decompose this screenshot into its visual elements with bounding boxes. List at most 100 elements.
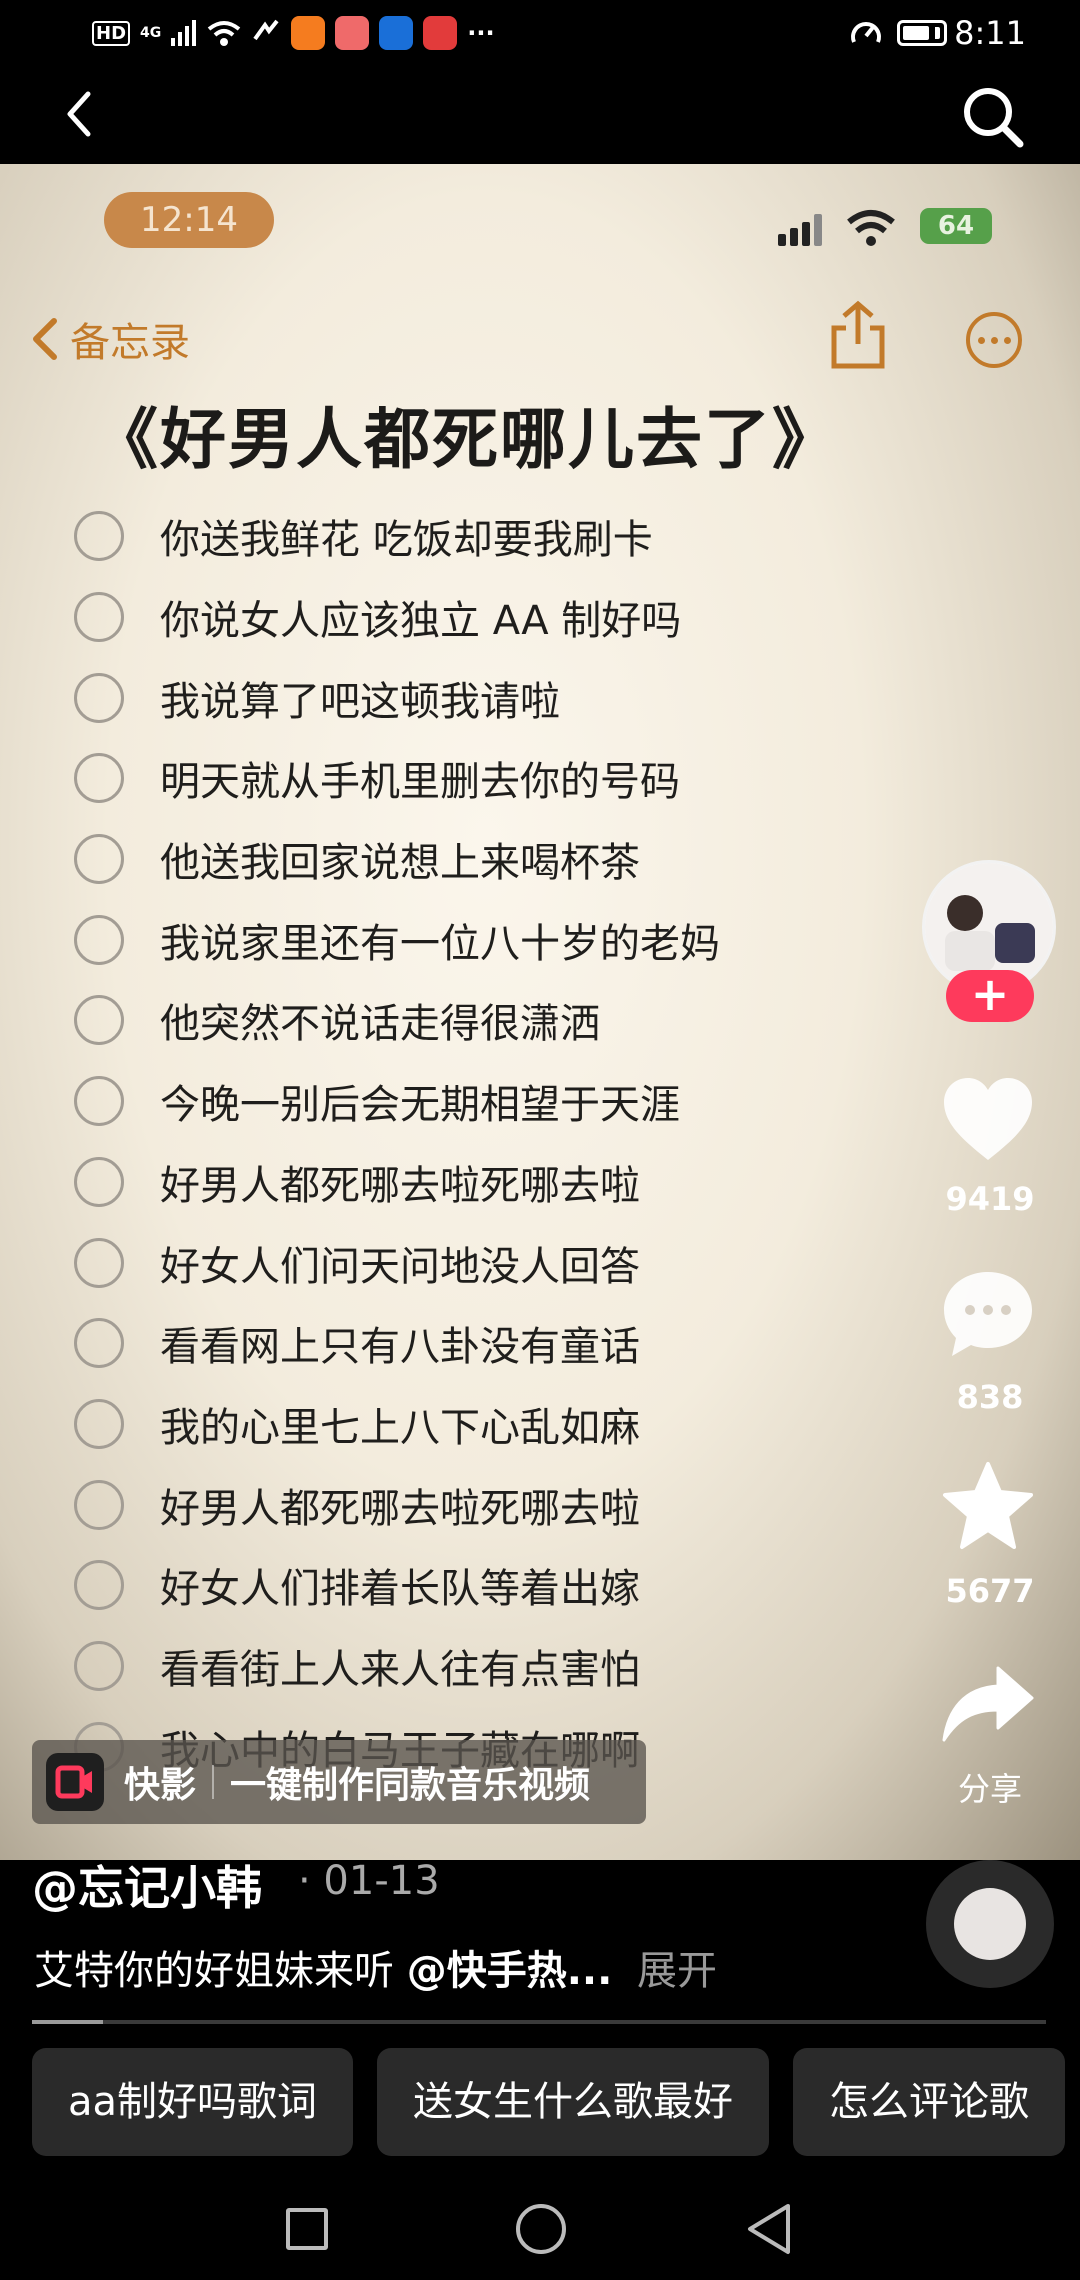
promo-divider	[212, 1765, 215, 1799]
app-icon-mail	[335, 16, 370, 50]
system-back-icon[interactable]	[744, 2202, 794, 2256]
memo-item-text: 我说算了吧这顿我请啦	[160, 678, 560, 725]
memo-list-item: 他突然不说话走得很潇洒	[74, 980, 720, 1061]
app-icon-video	[291, 16, 326, 50]
status-bar: HD 4G ··· 8:11	[0, 0, 1080, 72]
memo-title: 《好男人都死哪儿去了》	[92, 401, 840, 478]
checkbox-circle-icon	[74, 1076, 124, 1127]
caption-text: 艾特你的好姐妹来听	[34, 1948, 394, 1994]
checkbox-circle-icon	[74, 1479, 124, 1530]
memo-item-text: 我的心里七上八下心乱如麻	[160, 1404, 640, 1451]
more-notifications: ···	[467, 19, 495, 47]
kuaiying-promo-banner[interactable]: 快影 一键制作同款音乐视频	[32, 1740, 646, 1824]
memo-item-text: 好男人都死哪去啦死哪去啦	[160, 1162, 640, 1209]
search-chip[interactable]: 怎么评论歌	[793, 2048, 1066, 2156]
memo-list-item: 你说女人应该独立 AA 制好吗	[74, 577, 720, 658]
system-nav-bar	[0, 2170, 1080, 2280]
checkbox-circle-icon	[74, 672, 124, 723]
expand-caption-button[interactable]: 展开	[637, 1948, 717, 1994]
checkbox-circle-icon	[74, 834, 124, 885]
checkbox-circle-icon	[74, 592, 124, 643]
video-wifi-icon	[847, 210, 895, 246]
memo-list-item: 好女人们排着长队等着出嫁	[74, 1545, 720, 1626]
memo-list-item: 今晚一别后会无期相望于天涯	[74, 1061, 720, 1142]
author-name[interactable]: @忘记小韩	[32, 1852, 262, 1918]
checkbox-circle-icon	[74, 1318, 124, 1369]
checkbox-circle-icon	[74, 511, 124, 562]
search-icon[interactable]	[958, 82, 1028, 152]
memo-checklist: 你送我鲜花 吃饭却要我刷卡你说女人应该独立 AA 制好吗我说算了吧这顿我请啦明天…	[74, 496, 720, 1787]
memo-back: 备忘录	[30, 310, 190, 368]
memo-item-text: 看看网上只有八卦没有童话	[160, 1324, 640, 1371]
data-saver-icon	[253, 19, 279, 41]
recent-apps-button[interactable]	[286, 2208, 328, 2250]
memo-list-item: 我说算了吧这顿我请啦	[74, 657, 720, 738]
checkbox-circle-icon	[74, 1237, 124, 1288]
post-caption: 艾特你的好姐妹来听 @快手热... 展开	[34, 1938, 717, 1996]
kuaiying-logo-icon	[46, 1753, 104, 1811]
memo-item-text: 他突然不说话走得很潇洒	[160, 1001, 600, 1048]
memo-item-text: 你送我鲜花 吃饭却要我刷卡	[160, 517, 653, 564]
checkbox-circle-icon	[74, 1640, 124, 1691]
status-right: 8:11	[849, 14, 1026, 52]
video-progress-bar[interactable]	[32, 2020, 1046, 2024]
music-disc[interactable]	[926, 1860, 1054, 1988]
video-phone-time: 12:14	[104, 192, 274, 248]
memo-item-text: 好女人们排着长队等着出嫁	[160, 1566, 640, 1613]
comment-icon	[944, 1272, 1032, 1356]
promo-app-name: 快影	[124, 1765, 197, 1806]
checkbox-circle-icon	[74, 1560, 124, 1611]
search-chip[interactable]: aa制好吗歌词	[32, 2048, 354, 2156]
checkbox-circle-icon	[74, 753, 124, 804]
follow-button[interactable]: +	[946, 970, 1034, 1022]
memo-list-item: 我说家里还有一位八十岁的老妈	[74, 899, 720, 980]
signal-icon	[171, 20, 197, 46]
caption-mention[interactable]: @快手热...	[407, 1948, 613, 1994]
video-battery: 64	[920, 208, 992, 244]
app-icon-chat	[379, 16, 414, 50]
memo-list-item: 好男人都死哪去啦死哪去啦	[74, 1464, 720, 1545]
memo-item-text: 好男人都死哪去啦死哪去啦	[160, 1485, 640, 1532]
memo-item-text: 我说家里还有一位八十岁的老妈	[160, 920, 720, 967]
hd-indicator: HD	[92, 20, 131, 46]
memo-item-text: 好女人们问天问地没人回答	[160, 1243, 640, 1290]
search-chip[interactable]: 送女生什么歌最好	[377, 2048, 770, 2156]
favorite-button[interactable]	[938, 1460, 1038, 1552]
home-button[interactable]	[516, 2204, 566, 2254]
memo-list-item: 你送我鲜花 吃饭却要我刷卡	[74, 496, 720, 577]
memo-list-item: 看看网上只有八卦没有童话	[74, 1303, 720, 1384]
post-date: · 01-13	[298, 1858, 440, 1904]
video-signal-icon	[778, 214, 822, 246]
battery-icon	[897, 20, 948, 46]
top-nav	[0, 72, 1080, 164]
share-label: 分享	[957, 1770, 1022, 1808]
memo-item-text: 今晚一别后会无期相望于天涯	[160, 1082, 680, 1129]
like-button[interactable]	[938, 1076, 1038, 1162]
wifi-icon	[208, 21, 241, 46]
memo-list-item: 明天就从手机里删去你的号码	[74, 738, 720, 819]
memo-list-item: 我的心里七上八下心乱如麻	[74, 1384, 720, 1465]
favorite-count: 5677	[945, 1572, 1035, 1610]
memo-item-text: 明天就从手机里删去你的号码	[160, 759, 680, 806]
network-type: 4G	[140, 25, 162, 41]
share-arrow-icon	[942, 1666, 1034, 1742]
memo-list-item: 看看街上人来人往有点害怕	[74, 1626, 720, 1707]
star-icon	[943, 1462, 1033, 1549]
app-icon-shop	[423, 16, 458, 50]
chevron-left-icon[interactable]	[52, 84, 112, 144]
heart-icon	[944, 1078, 1032, 1160]
memo-share-icon	[831, 300, 885, 369]
speed-icon	[851, 22, 882, 43]
related-search-chips: aa制好吗歌词 送女生什么歌最好 怎么评论歌	[32, 2048, 1066, 2156]
memo-list-item: 好男人都死哪去啦死哪去啦	[74, 1142, 720, 1223]
memo-item-text: 他送我回家说想上来喝杯茶	[160, 840, 640, 887]
promo-text: 一键制作同款音乐视频	[230, 1765, 591, 1806]
share-button[interactable]	[938, 1664, 1038, 1744]
checkbox-circle-icon	[74, 995, 124, 1046]
comment-button[interactable]	[938, 1268, 1038, 1360]
memo-list-item: 好女人们问天问地没人回答	[74, 1222, 720, 1303]
status-left: HD 4G ···	[92, 16, 495, 50]
memo-back-label: 备忘录	[70, 320, 190, 366]
video-progress-fill	[32, 2020, 103, 2024]
music-cover	[954, 1888, 1026, 1960]
